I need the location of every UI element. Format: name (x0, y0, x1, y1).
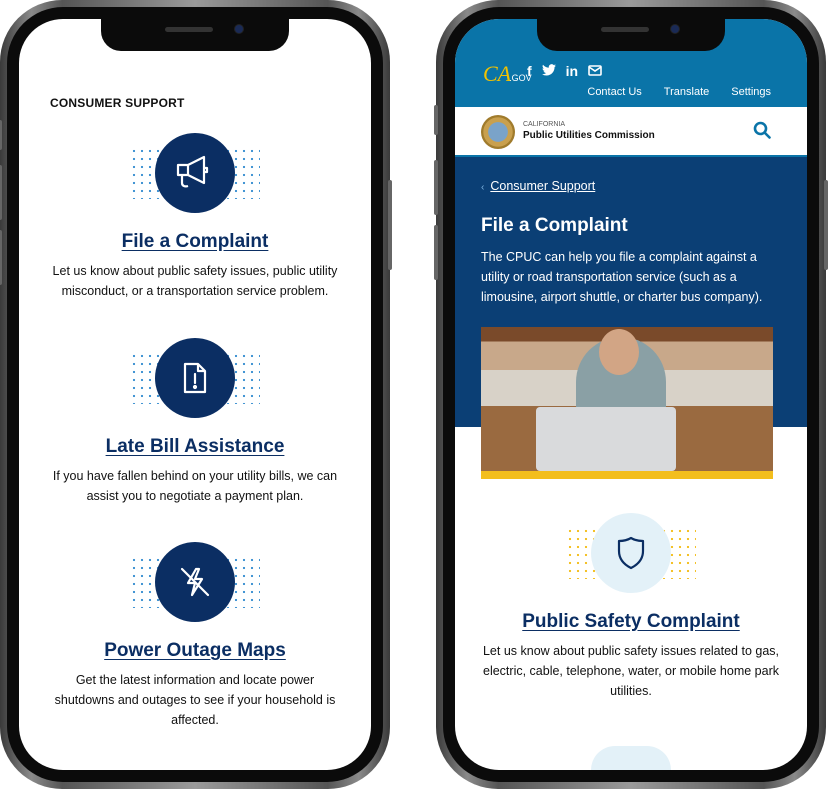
notch (537, 19, 725, 51)
camera (671, 25, 679, 33)
breadcrumb-consumer-support[interactable]: Consumer Support (490, 179, 595, 193)
card-late-bill: Late Bill Assistance If you have fallen … (19, 338, 371, 506)
power-button (824, 180, 828, 270)
state-seal-logo[interactable] (481, 115, 515, 149)
screen-left: CONSUMER SUPPORT File a Complaint Let us… (19, 19, 371, 770)
card-file-complaint: File a Complaint Let us know about publi… (19, 133, 371, 301)
page-intro: The CPUC can help you file a complaint a… (481, 250, 763, 304)
public-safety-link[interactable]: Public Safety Complaint (522, 611, 739, 633)
camera (235, 25, 243, 33)
card-description: Let us know about public safety issues, … (52, 264, 338, 298)
power-off-icon (155, 542, 235, 622)
notch (101, 19, 289, 51)
ca-gov-logo[interactable]: CA.GOV (483, 61, 532, 87)
mute-switch (434, 105, 438, 135)
settings-link[interactable]: Settings (731, 86, 771, 98)
volume-up-button (0, 165, 2, 220)
volume-down-button (434, 225, 438, 280)
org-name[interactable]: Public Utilities Commission (523, 130, 655, 141)
document-alert-icon (155, 338, 235, 418)
photo-head (599, 329, 639, 375)
section-heading: CONSUMER SUPPORT (50, 96, 185, 110)
search-icon[interactable] (753, 121, 771, 144)
phone-frame-right: CA.GOV f in Contact Us Translate Setting… (434, 0, 828, 789)
speaker (165, 27, 213, 32)
file-complaint-link[interactable]: File a Complaint (122, 231, 269, 253)
hero-photo (481, 327, 773, 479)
utility-links: Contact Us Translate Settings (587, 86, 771, 98)
card-public-safety: Public Safety Complaint Let us know abou… (455, 513, 807, 701)
org-state: CALIFORNIA (523, 121, 566, 128)
card-description: Get the latest information and locate po… (54, 673, 336, 727)
late-bill-link[interactable]: Late Bill Assistance (106, 436, 285, 458)
breadcrumb: ‹ Consumer Support (481, 179, 595, 193)
page-title: File a Complaint (481, 215, 628, 236)
power-button (388, 180, 392, 270)
site-header: CALIFORNIA Public Utilities Commission (455, 107, 807, 157)
phone-frame-left: CONSUMER SUPPORT File a Complaint Let us… (0, 0, 392, 789)
social-links: f in (527, 63, 602, 79)
chevron-left-icon: ‹ (481, 182, 485, 193)
twitter-icon[interactable] (541, 63, 556, 79)
translate-link[interactable]: Translate (664, 86, 709, 98)
card-description: If you have fallen behind on your utilit… (52, 469, 338, 503)
mail-icon[interactable] (588, 63, 602, 79)
card-power-outage: Power Outage Maps Get the latest informa… (19, 542, 371, 730)
mute-switch (0, 120, 2, 150)
power-outage-link[interactable]: Power Outage Maps (104, 640, 286, 662)
photo-laptop (536, 407, 676, 471)
shield-icon (591, 513, 671, 593)
screen-right: CA.GOV f in Contact Us Translate Setting… (455, 19, 807, 770)
facebook-icon[interactable]: f (527, 63, 532, 79)
card-description: Let us know about public safety issues r… (482, 644, 779, 698)
contact-us-link[interactable]: Contact Us (587, 86, 641, 98)
speaker (601, 27, 649, 32)
megaphone-icon (155, 133, 235, 213)
volume-up-button (434, 160, 438, 215)
next-card-icon-peek (591, 746, 671, 770)
volume-down-button (0, 230, 2, 285)
linkedin-icon[interactable]: in (566, 63, 578, 79)
